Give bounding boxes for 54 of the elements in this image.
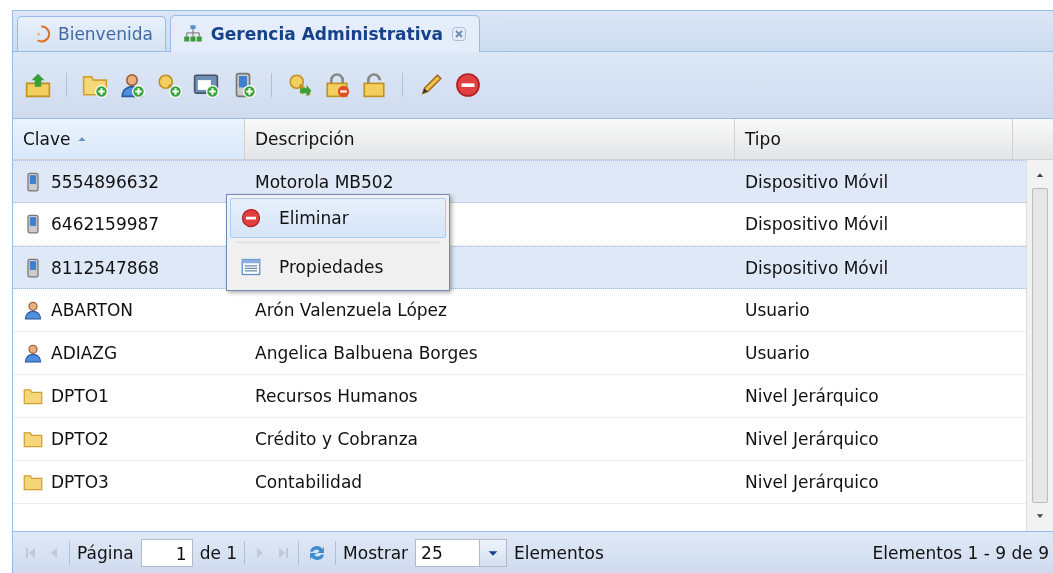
table-cell: 5554896632 [51,171,160,192]
table-cell: 6462159987 [51,214,160,234]
column-header[interactable]: Tipo [735,119,1013,159]
delete-icon[interactable] [453,70,483,100]
table-cell: Dispositivo Móvil [745,214,889,234]
table-row[interactable]: DPTO3 Contabilidad Nivel Jerárquico [13,461,1026,504]
user-icon [23,343,43,363]
scrollbar[interactable] [1026,160,1053,531]
table-row[interactable]: 5554896632 Motorola MB502 Dispositivo Móvil [13,160,1026,203]
close-icon[interactable] [451,26,468,42]
dropdown-icon [479,540,507,566]
table-row[interactable]: DPTO1 Recursos Humanos Nivel Jerárquico [13,375,1026,418]
tab[interactable]: Bienvenida [17,16,166,51]
page-field[interactable]: 1 [140,539,193,567]
page-size-dropdown[interactable]: 25 [415,539,508,567]
table-cell: Usuario [745,343,810,363]
table-cell: Recursos Humanos [255,386,418,406]
folder-icon [23,386,43,406]
menu-item[interactable]: Propiedades [230,247,446,287]
table-cell: Angelica Balbuena Borges [255,343,478,363]
page-label: Página [77,543,134,563]
table-cell: Nivel Jerárquico [745,386,879,406]
table-cell: ABARTON [51,300,133,320]
table-row[interactable]: ADIAZG Angelica Balbuena Borges Usuario [13,332,1026,375]
table-cell: Arón Valenzuela López [255,300,447,320]
table-row[interactable]: DPTO2 Crédito y Cobranza Nivel Jerárquico [13,418,1026,461]
items-label: Elementos [514,543,604,563]
user-icon [23,300,43,320]
table-cell: Contabilidad [255,472,363,492]
list-icon [241,257,261,277]
table-cell: DPTO2 [51,429,109,449]
delete-icon [241,208,261,228]
items-summary: Elementos 1 - 9 de 9 [872,543,1050,563]
folder-icon [23,472,43,492]
table-cell: Nivel Jerárquico [745,429,879,449]
show-label: Mostrar [343,543,409,563]
table-cell: Dispositivo Móvil [745,257,889,278]
tab[interactable]: Gerencia Administrativa [169,15,481,52]
scroll-thumb[interactable] [1032,188,1048,503]
table-cell: DPTO1 [51,386,109,406]
org-chart-icon [182,24,203,44]
table-cell: Nivel Jerárquico [745,472,879,492]
table-cell: Crédito y Cobranza [255,429,418,449]
table-cell: Motorola MB502 [255,171,394,192]
table-cell: Usuario [745,300,810,320]
menu-item[interactable]: Eliminar [230,198,446,238]
column-header[interactable]: Descripción [245,119,735,159]
table-cell: 8112547868 [51,257,160,278]
table-cell: DPTO3 [51,472,109,492]
column-header[interactable]: Clave [13,119,245,159]
page-count: de 1 [199,543,238,563]
table-cell: Dispositivo Móvil [745,171,889,192]
folder-icon [23,429,43,449]
table-cell: ADIAZG [51,343,118,363]
